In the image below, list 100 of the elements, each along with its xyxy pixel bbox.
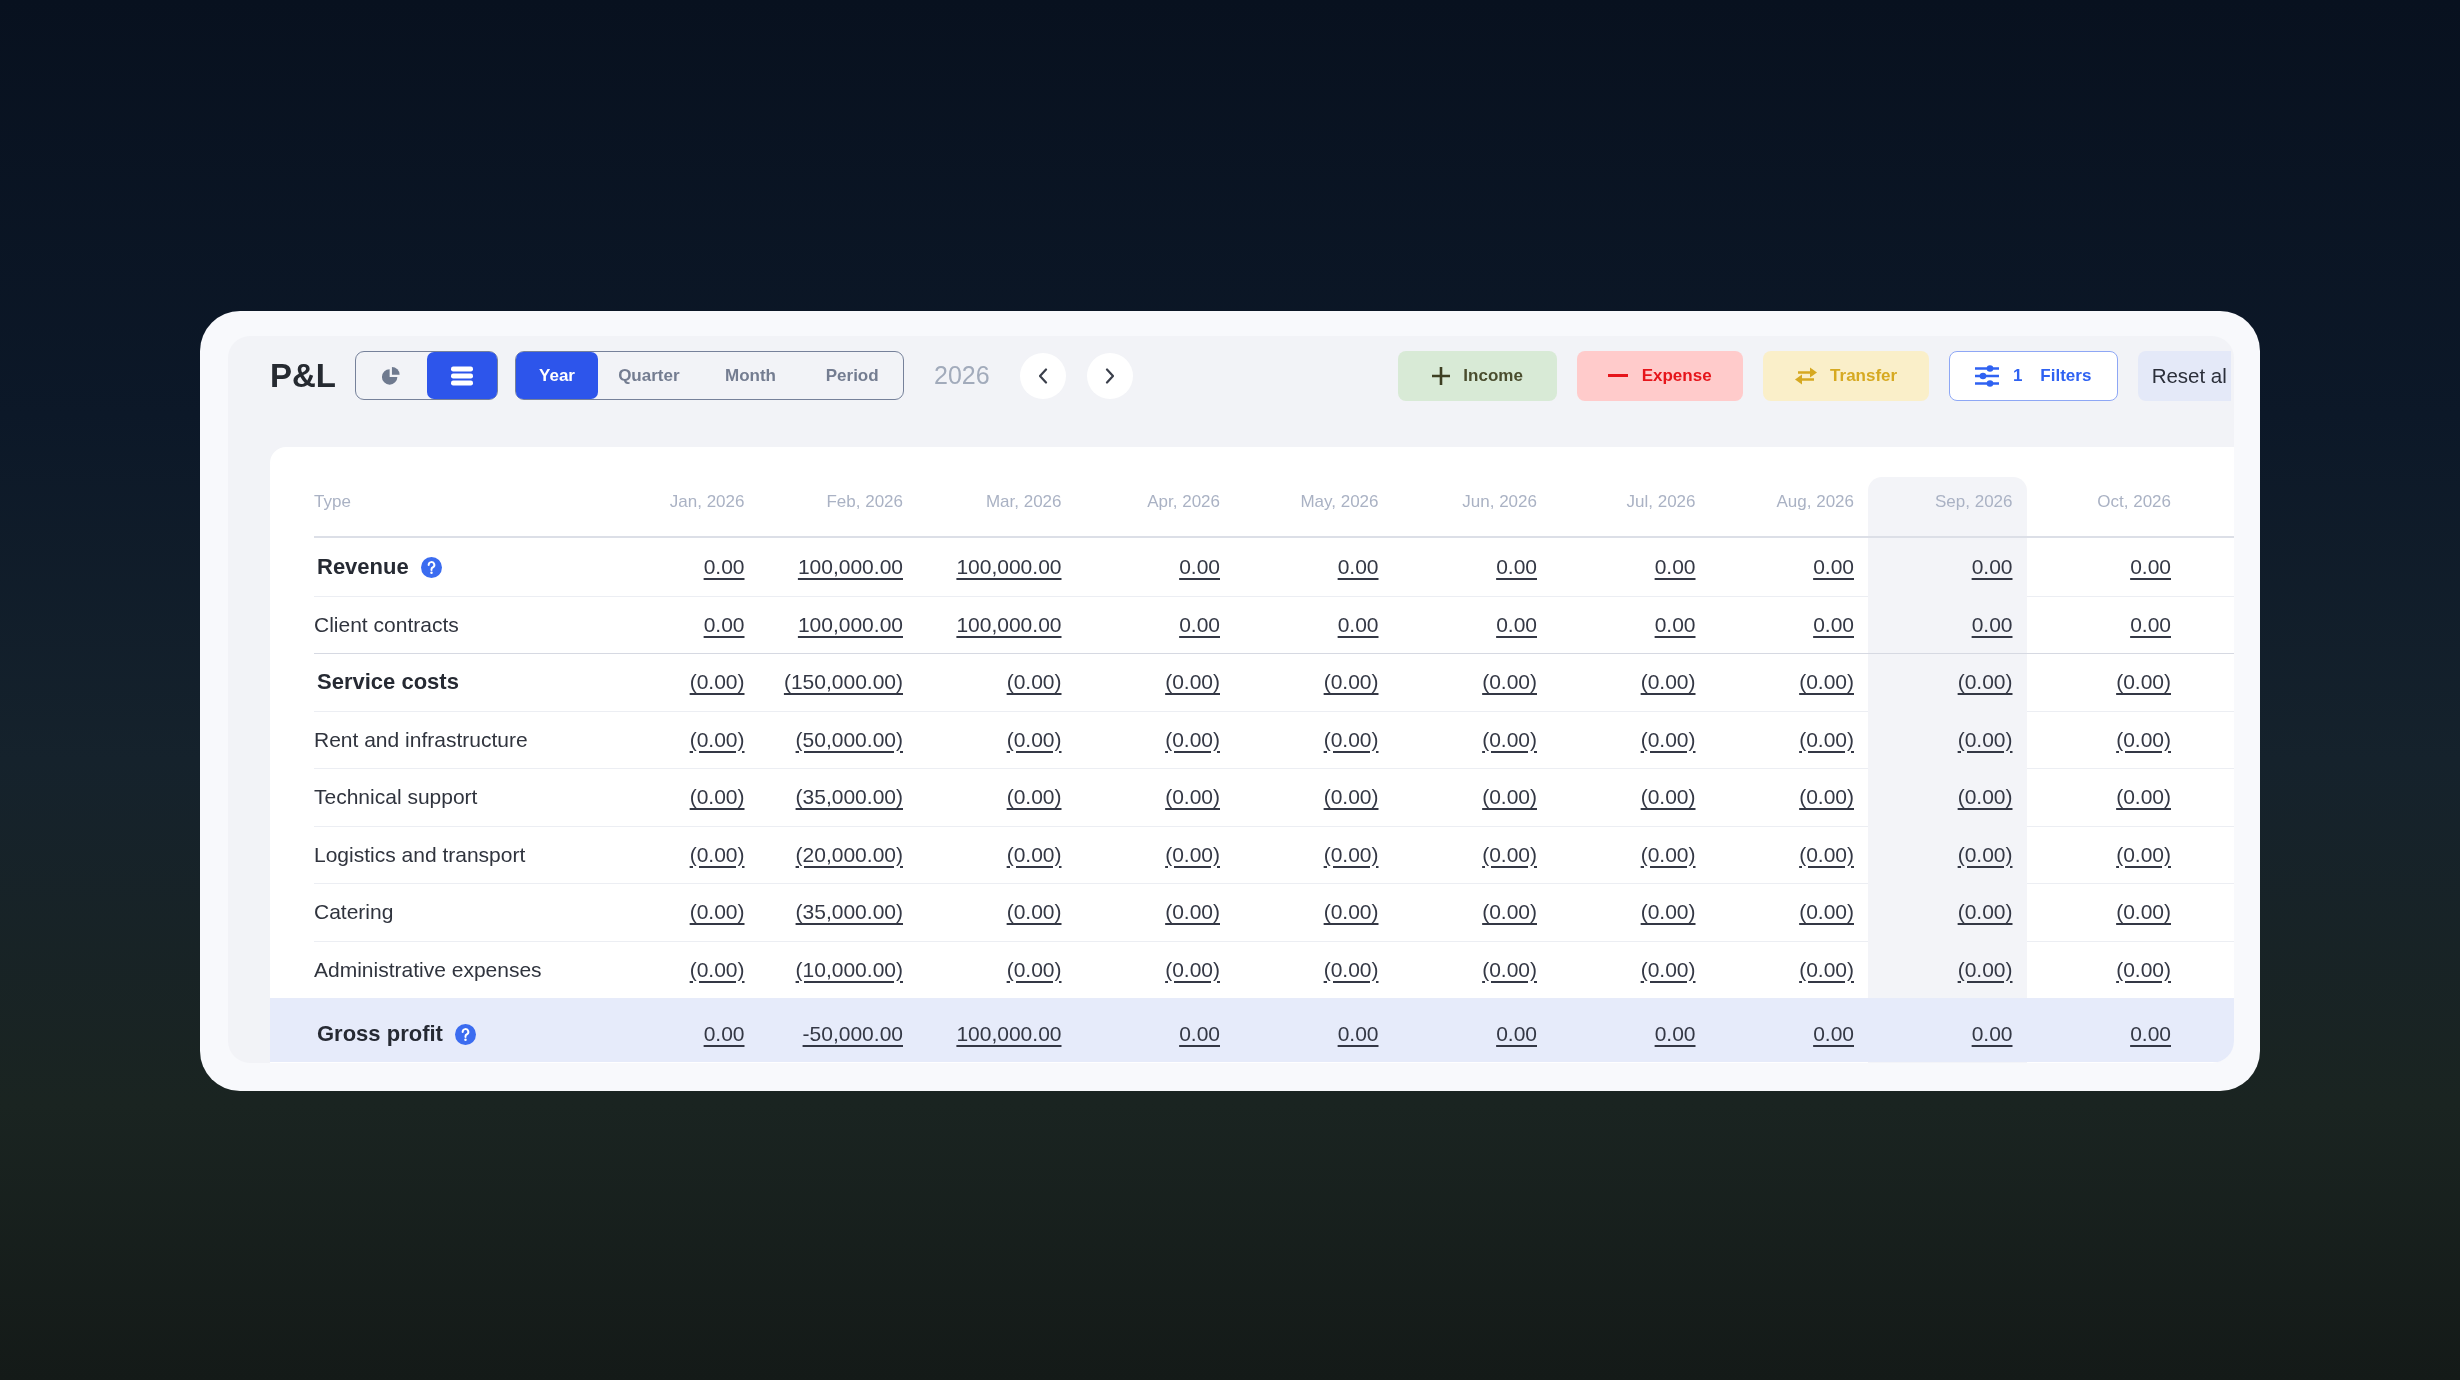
amount-link[interactable]: (0.00) [1957, 957, 2013, 982]
amount-link[interactable]: (0.00) [1482, 727, 1537, 752]
amount-link[interactable]: 0.00 [703, 555, 745, 580]
amount-link[interactable]: (0.00) [1165, 670, 1220, 695]
period-tab[interactable]: Month [699, 352, 802, 399]
amount-link[interactable]: (0.00) [2116, 900, 2171, 925]
amount-link[interactable]: (0.00) [1482, 670, 1537, 695]
amount-link[interactable]: (0.00) [1957, 670, 2013, 695]
period-tab[interactable]: Period [801, 352, 903, 399]
amount-link[interactable]: (0.00) [1323, 900, 1379, 925]
amount-link[interactable]: (0.00) [1640, 785, 1696, 810]
amount-link[interactable]: (35,000.00) [795, 785, 903, 810]
amount-link[interactable]: (0.00) [1640, 670, 1696, 695]
amount-link[interactable]: (0.00) [1640, 957, 1696, 982]
amount-link[interactable]: (0.00) [1323, 957, 1379, 982]
amount-link[interactable]: (0.00) [1799, 670, 1854, 695]
amount-link[interactable]: (0.00) [1006, 727, 1062, 752]
amount-link[interactable]: 0.00 [1654, 612, 1696, 637]
amount-link[interactable]: (0.00) [1165, 785, 1220, 810]
amount-link[interactable]: (0.00) [1957, 842, 2013, 867]
amount-link[interactable]: (0.00) [1640, 900, 1696, 925]
amount-link[interactable]: 0.00 [1813, 555, 1854, 580]
amount-link[interactable]: 100,000.00 [956, 555, 1062, 580]
table-view-button[interactable] [426, 352, 497, 399]
amount-link[interactable]: (0.00) [689, 957, 745, 982]
amount-link[interactable]: (0.00) [1323, 785, 1379, 810]
help-icon[interactable] [420, 556, 442, 578]
amount-link[interactable]: (0.00) [1482, 785, 1537, 810]
amount-link[interactable]: 0.00 [1654, 555, 1696, 580]
amount-link[interactable]: 100,000.00 [956, 612, 1062, 637]
amount-link[interactable]: (150,000.00) [783, 670, 903, 695]
amount-link[interactable]: (0.00) [689, 727, 745, 752]
amount-link[interactable]: 0.00 [703, 612, 745, 637]
help-icon[interactable] [454, 1023, 476, 1045]
amount-link[interactable]: (0.00) [1323, 670, 1379, 695]
period-tab[interactable]: Year [516, 352, 598, 399]
amount-link[interactable]: (20,000.00) [795, 842, 903, 867]
amount-link[interactable]: (0.00) [1957, 785, 2013, 810]
amount-link[interactable]: 0.00 [1337, 555, 1379, 580]
amount-link[interactable]: (0.00) [2116, 842, 2171, 867]
amount-link[interactable]: (0.00) [1006, 900, 1062, 925]
amount-link[interactable]: 0.00 [1337, 1022, 1379, 1046]
amount-link[interactable]: 0.00 [1813, 1022, 1854, 1046]
amount-link[interactable]: 0.00 [703, 1022, 745, 1046]
amount-link[interactable]: (0.00) [689, 900, 745, 925]
amount-link[interactable]: (0.00) [1006, 842, 1062, 867]
amount-link[interactable]: (0.00) [1165, 957, 1220, 982]
amount-link[interactable]: 0.00 [1337, 612, 1379, 637]
amount-link[interactable]: (0.00) [1799, 900, 1854, 925]
amount-link[interactable]: (0.00) [2116, 670, 2171, 695]
income-button[interactable]: Income [1397, 350, 1557, 401]
amount-link[interactable]: 0.00 [1971, 1022, 2013, 1046]
amount-link[interactable]: 0.00 [1813, 612, 1854, 637]
amount-link[interactable]: (0.00) [1165, 842, 1220, 867]
amount-link[interactable]: (0.00) [1006, 957, 1062, 982]
amount-link[interactable]: 100,000.00 [797, 555, 903, 580]
amount-link[interactable]: 100,000.00 [956, 1022, 1062, 1046]
amount-link[interactable]: 0.00 [1179, 555, 1220, 580]
amount-link[interactable]: (0.00) [1482, 957, 1537, 982]
amount-link[interactable]: 0.00 [1654, 1022, 1696, 1046]
amount-link[interactable]: (0.00) [1482, 842, 1537, 867]
amount-link[interactable]: 0.00 [2130, 555, 2171, 580]
amount-link[interactable]: (0.00) [1323, 727, 1379, 752]
amount-link[interactable]: (0.00) [1799, 785, 1854, 810]
amount-link[interactable]: 0.00 [1971, 555, 2013, 580]
amount-link[interactable]: (0.00) [1006, 670, 1062, 695]
amount-link[interactable]: (0.00) [689, 842, 745, 867]
amount-link[interactable]: (10,000.00) [795, 957, 903, 982]
amount-link[interactable]: (0.00) [2116, 785, 2171, 810]
amount-link[interactable]: -50,000.00 [802, 1022, 903, 1046]
amount-link[interactable]: (0.00) [689, 785, 745, 810]
amount-link[interactable]: (0.00) [1957, 727, 2013, 752]
amount-link[interactable]: (0.00) [1482, 900, 1537, 925]
amount-link[interactable]: 0.00 [2130, 1022, 2171, 1046]
amount-link[interactable]: (0.00) [1640, 727, 1696, 752]
amount-link[interactable]: (0.00) [1323, 842, 1379, 867]
amount-link[interactable]: (0.00) [2116, 727, 2171, 752]
amount-link[interactable]: (50,000.00) [795, 727, 903, 752]
amount-link[interactable]: 0.00 [1496, 555, 1537, 580]
amount-link[interactable]: (0.00) [1165, 727, 1220, 752]
amount-link[interactable]: (0.00) [1957, 900, 2013, 925]
amount-link[interactable]: (0.00) [1006, 785, 1062, 810]
amount-link[interactable]: 0.00 [1496, 612, 1537, 637]
period-tab[interactable]: Quarter [598, 352, 700, 399]
amount-link[interactable]: (0.00) [1799, 957, 1854, 982]
amount-link[interactable]: 0.00 [1179, 612, 1220, 637]
amount-link[interactable]: 0.00 [1179, 1022, 1220, 1046]
filters-button[interactable]: 1 Filters [1948, 350, 2118, 401]
amount-link[interactable]: 0.00 [1971, 612, 2013, 637]
reset-button[interactable]: Reset al [2137, 350, 2231, 401]
amount-link[interactable]: (0.00) [2116, 957, 2171, 982]
amount-link[interactable]: (0.00) [1165, 900, 1220, 925]
amount-link[interactable]: (0.00) [1799, 842, 1854, 867]
amount-link[interactable]: (35,000.00) [795, 900, 903, 925]
amount-link[interactable]: (0.00) [1640, 842, 1696, 867]
amount-link[interactable]: 100,000.00 [797, 612, 903, 637]
amount-link[interactable]: (0.00) [1799, 727, 1854, 752]
amount-link[interactable]: 0.00 [1496, 1022, 1537, 1046]
amount-link[interactable]: (0.00) [689, 670, 745, 695]
amount-link[interactable]: 0.00 [2130, 612, 2171, 637]
